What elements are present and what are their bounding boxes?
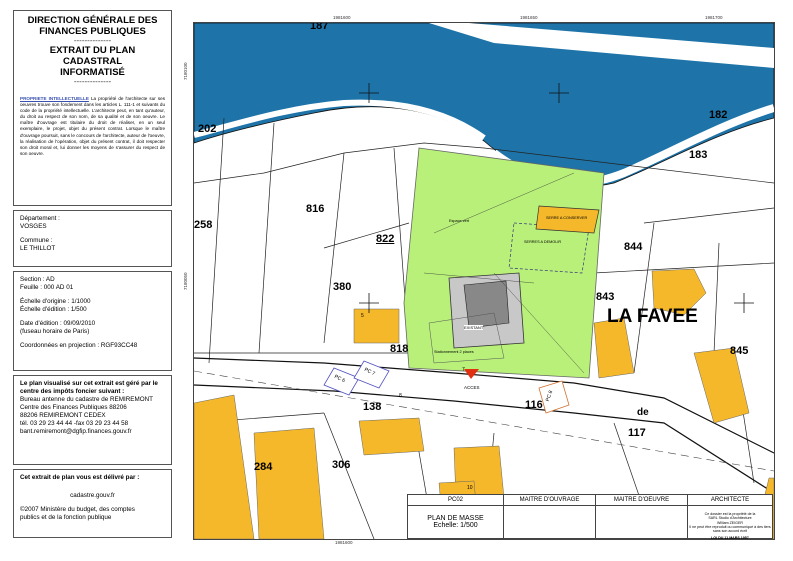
echelle-origine: Échelle d'origine : 1/1000 [20,298,91,305]
header-dash: -------------- [73,36,112,45]
pc8-marker [538,380,570,414]
footer-l2: cadastre.gouv.fr [70,492,115,499]
centre-l1: Le plan visualisé sur cet extrait est gé… [20,380,158,387]
cell-maitre-oeuvre: MAITRE D'OEUVRE [596,495,688,538]
parcel-306: 306 [332,459,351,471]
header-box: DIRECTION GÉNÉRALE DES FINANCES PUBLIQUE… [13,10,172,206]
cell-architecte: ARCHITECTE Ce dossier est la propriété d… [688,495,772,541]
parcel-822: 822 [376,233,395,245]
cell-maitre-ouvrage: MAITRE D'OUVRAGE [504,495,596,538]
site-serre-conserver: SERRE A CONSERVER [546,216,588,220]
parcel-116: 116 [525,399,543,411]
parcel-816: 816 [306,203,325,215]
centre-l6: tél. 03 29 23 44 44 -fax 03 29 23 44 58 [20,420,129,427]
centre-box: Le plan visualisé sur cet extrait est gé… [13,375,172,465]
commune-label: Commune : [20,237,53,244]
parcel-843: 843 [596,291,615,303]
road-fragment: de [637,407,649,418]
parcel-818: 818 [390,343,409,355]
dept-value: VOSGES [20,223,47,230]
section-box: Section : AD Feuille : 000 AD 01 Échelle… [13,271,172,371]
centre-l2: centre des impôts foncier suivant : [20,388,125,395]
header-dash2: -------------- [73,77,112,86]
centre-l4: Centre des Finances Publiques 88206 [20,404,127,411]
property-title: PROPRIETE INTELLECTUELLE [20,96,89,101]
footer-box: Cet extrait de plan vous est délivré par… [13,469,172,538]
plan-title: PLAN DE MASSE [427,515,484,522]
centre-l7: bant.remiremont@dgfip.finances.gouv.fr [20,428,132,435]
coord-left-2: 7180050 [183,272,188,290]
parcel-182: 182 [709,109,728,121]
parcel-117: 117 [628,427,646,439]
echelle-edition: Échelle d'édition : 1/500 [20,306,87,313]
site-espace-vert: Espace vert [449,219,470,223]
architecte-label: ARCHITECTE [688,495,772,506]
plan-scale: Echelle: 1/500 [433,522,478,529]
header-line1: DIRECTION GÉNÉRALE DES [27,15,158,26]
footer-l1: Cet extrait de plan vous est délivré par… [20,474,140,481]
pc-number: PC02 [408,495,503,506]
parcel-258: 258 [194,219,213,231]
cadastral-map[interactable]: 187 202 182 183 258 816 822 844 380 843 … [193,22,775,540]
parcel-202: 202 [198,123,217,135]
parcel-845: 845 [730,345,749,357]
property-text: La propriété de l'architecte sur ses oeu… [20,96,165,156]
parcel-284: 284 [254,461,273,473]
centre-l3: Bureau antenne du cadastre de REMIREMONT [20,396,154,403]
cell-pc: PC02 PLAN DE MASSE Echelle: 1/500 [408,495,504,538]
site-stationnement: Stationnement 2 places [434,350,474,354]
parcel-5: 5 [361,313,364,319]
location-box: Département : VOSGES Commune : LE THILLO… [13,210,172,267]
feuille-value: Feuille : 000 AD 01 [20,284,74,291]
property-notice: PROPRIETE INTELLECTUELLE La propriété de… [20,96,165,157]
maitre-oeuvre-label: MAITRE D'OEUVRE [596,495,687,506]
footer-l3: ©2007 Ministère du budget, des comptes [20,506,135,513]
footer-l4: publics et de la fonction publique [20,514,112,521]
arch-note6: LOI DU 11 MARS 1957 [711,536,749,541]
coords-projection: Coordonnées en projection : RGF93CC48 [20,342,138,349]
maitre-ouvrage-label: MAITRE D'OUVRAGE [504,495,595,506]
parcel-183: 183 [689,149,708,161]
coord-top-3: 1981700 [705,15,723,20]
parcel-10: 10 [467,485,473,491]
parcel-8: 8 [399,393,402,399]
site-serres-demolir: SERRES A DEMOLIR [524,240,562,244]
coord-top-1: 1981600 [333,15,351,20]
parcel-844: 844 [624,241,643,253]
date-tz: (fuseau horaire de Paris) [20,328,90,335]
place-name: LA FAVEE [607,306,698,327]
acces-label: ACCES [462,385,482,390]
arch-note5: sans son accord écrit [713,529,747,534]
site-existant: EXISTANT [464,325,484,330]
dept-label: Département : [20,215,60,222]
coord-bottom: 1981600 [335,540,353,545]
parcel-138: 138 [363,401,382,413]
parcel-380: 380 [333,281,352,293]
commune-value: LE THILLOT [20,245,56,252]
parcel-7: 7 [462,367,465,373]
title-block: PC02 PLAN DE MASSE Echelle: 1/500 MAITRE… [407,494,773,541]
section-value: Section : AD [20,276,55,283]
centre-l5: 88206 REMIREMONT CEDEX [20,412,106,419]
coord-left-1: 7180100 [183,62,188,80]
date-edition: Date d'édition : 09/09/2010 [20,320,96,327]
parcel-187: 187 [310,22,329,32]
header-line3: EXTRAIT DU PLAN CADASTRAL [49,45,136,67]
coord-top-2: 1981650 [520,15,538,20]
